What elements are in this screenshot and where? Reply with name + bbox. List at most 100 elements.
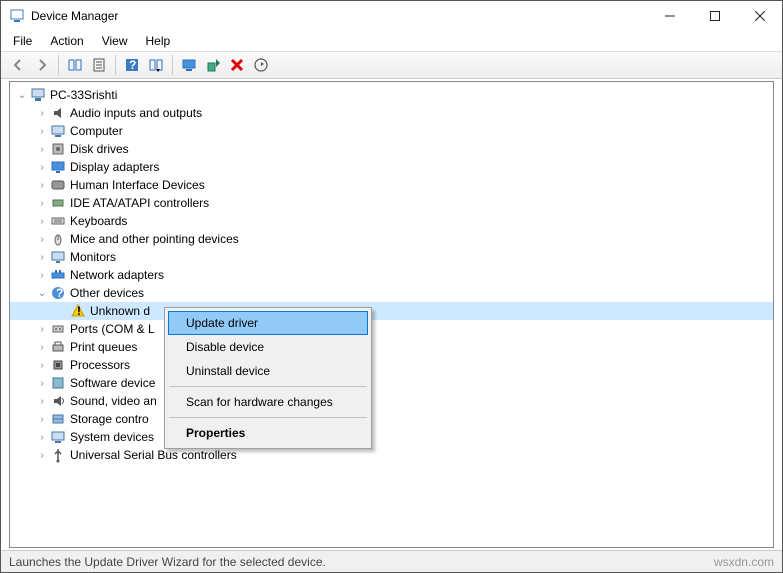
menu-view[interactable]: View <box>94 32 136 50</box>
context-disable-device[interactable]: Disable device <box>168 335 368 359</box>
uninstall-button[interactable] <box>226 54 248 76</box>
tree-root[interactable]: ⌄ PC-33Srishti <box>10 86 773 104</box>
other-icon: ? <box>50 285 66 301</box>
device-tree[interactable]: ⌄ PC-33Srishti › Audio inputs and outputs… <box>9 81 774 548</box>
tree-item-label: Display adapters <box>70 160 159 174</box>
tree-category[interactable]: › System devices <box>10 428 773 446</box>
tree-item-label: Storage contro <box>70 412 149 426</box>
tree-category[interactable]: ›Software device <box>10 374 773 392</box>
chevron-down-icon[interactable]: ⌄ <box>16 89 28 101</box>
audio-icon <box>50 105 66 121</box>
tree-category[interactable]: › Audio inputs and outputs <box>10 104 773 122</box>
chevron-right-icon[interactable]: › <box>36 143 48 155</box>
tree-category[interactable]: › Keyboards <box>10 212 773 230</box>
context-separator <box>169 417 367 418</box>
chevron-right-icon[interactable]: › <box>36 107 48 119</box>
chevron-right-icon[interactable]: › <box>36 431 48 443</box>
tree-item-label: IDE ATA/ATAPI controllers <box>70 196 209 210</box>
monitor-icon <box>50 249 66 265</box>
tree-category[interactable]: › Storage contro <box>10 410 773 428</box>
device-manager-icon <box>9 8 25 24</box>
forward-button[interactable] <box>31 54 53 76</box>
context-separator <box>169 386 367 387</box>
tree-item-label: System devices <box>70 430 154 444</box>
action-button[interactable] <box>145 54 167 76</box>
tree-item-label: Audio inputs and outputs <box>70 106 202 120</box>
svg-text:!: ! <box>77 304 81 318</box>
scan-hardware-button[interactable] <box>178 54 200 76</box>
chevron-right-icon[interactable]: › <box>36 161 48 173</box>
chevron-right-icon[interactable]: › <box>36 395 48 407</box>
tree-category[interactable]: › IDE ATA/ATAPI controllers <box>10 194 773 212</box>
tree-item-label: Disk drives <box>70 142 129 156</box>
chevron-down-icon[interactable]: ⌄ <box>36 287 48 299</box>
tree-item-label: Print queues <box>70 340 137 354</box>
chevron-right-icon[interactable]: › <box>36 377 48 389</box>
sound-icon <box>50 393 66 409</box>
tree-category[interactable]: ›Computer <box>10 122 773 140</box>
menu-file[interactable]: File <box>5 32 40 50</box>
chevron-right-icon[interactable]: › <box>36 125 48 137</box>
context-scan-hardware[interactable]: Scan for hardware changes <box>168 390 368 414</box>
chevron-right-icon[interactable]: › <box>36 449 48 461</box>
storage-icon <box>50 411 66 427</box>
tree-category[interactable]: › Print queues <box>10 338 773 356</box>
tree-category[interactable]: ›Universal Serial Bus controllers <box>10 446 773 464</box>
network-icon <box>50 267 66 283</box>
watermark: wsxdn.com <box>714 555 774 569</box>
context-properties[interactable]: Properties <box>168 421 368 445</box>
tree-category[interactable]: › Monitors <box>10 248 773 266</box>
tree-category[interactable]: ›Processors <box>10 356 773 374</box>
tree-item-label: Human Interface Devices <box>70 178 205 192</box>
tree-item-label: Ports (COM & L <box>70 322 155 336</box>
mouse-icon <box>50 231 66 247</box>
chevron-right-icon[interactable]: › <box>36 179 48 191</box>
context-uninstall-device[interactable]: Uninstall device <box>168 359 368 383</box>
menu-action[interactable]: Action <box>42 32 91 50</box>
chevron-right-icon[interactable]: › <box>36 359 48 371</box>
back-button[interactable] <box>7 54 29 76</box>
system-icon <box>50 429 66 445</box>
chevron-right-icon[interactable]: › <box>36 341 48 353</box>
context-menu: Update driver Disable device Uninstall d… <box>164 307 372 449</box>
tree-category[interactable]: › Sound, video an <box>10 392 773 410</box>
menubar: File Action View Help <box>1 31 782 51</box>
chevron-right-icon[interactable]: › <box>36 251 48 263</box>
chevron-right-icon[interactable] <box>56 305 68 317</box>
status-text: Launches the Update Driver Wizard for th… <box>9 555 326 569</box>
tree-item-label: Network adapters <box>70 268 164 282</box>
tree-item-label: Monitors <box>70 250 116 264</box>
chevron-right-icon[interactable]: › <box>36 233 48 245</box>
tree-item-label: Unknown d <box>90 304 150 318</box>
chevron-right-icon[interactable]: › <box>36 413 48 425</box>
keyboard-icon <box>50 213 66 229</box>
update-driver-button[interactable] <box>202 54 224 76</box>
properties-button[interactable] <box>88 54 110 76</box>
chevron-right-icon[interactable]: › <box>36 215 48 227</box>
tree-category[interactable]: › Disk drives <box>10 140 773 158</box>
close-button[interactable] <box>737 1 782 31</box>
software-icon <box>50 375 66 391</box>
tree-category[interactable]: › Display adapters <box>10 158 773 176</box>
tree-category[interactable]: › Ports (COM & L <box>10 320 773 338</box>
tree-root-label: PC-33Srishti <box>50 88 117 102</box>
context-update-driver[interactable]: Update driver <box>168 311 368 335</box>
tree-category[interactable]: › Human Interface Devices <box>10 176 773 194</box>
chevron-right-icon[interactable]: › <box>36 269 48 281</box>
chevron-right-icon[interactable]: › <box>36 197 48 209</box>
warning-icon: ! <box>70 303 86 319</box>
tree-item-label: Keyboards <box>70 214 127 228</box>
window-title: Device Manager <box>31 9 647 23</box>
tree-leaf[interactable]: ! Unknown d <box>10 302 773 320</box>
tree-item-label: Sound, video an <box>70 394 157 408</box>
help-button[interactable]: ? <box>121 54 143 76</box>
show-hide-tree-button[interactable] <box>64 54 86 76</box>
tree-category[interactable]: ⌄?Other devices <box>10 284 773 302</box>
menu-help[interactable]: Help <box>138 32 179 50</box>
tree-category[interactable]: › Network adapters <box>10 266 773 284</box>
maximize-button[interactable] <box>692 1 737 31</box>
enable-button[interactable] <box>250 54 272 76</box>
chevron-right-icon[interactable]: › <box>36 323 48 335</box>
minimize-button[interactable] <box>647 1 692 31</box>
tree-category[interactable]: ›Mice and other pointing devices <box>10 230 773 248</box>
